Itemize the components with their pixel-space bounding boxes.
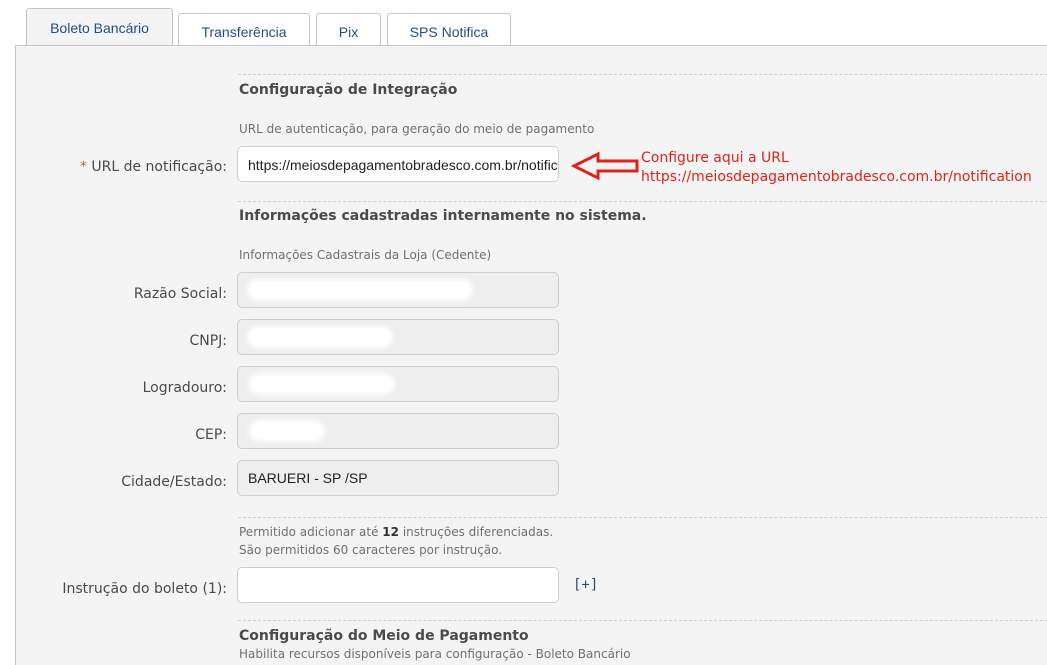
url-notification-label-text: URL de notificação: <box>91 159 227 175</box>
razao-social-field <box>237 272 559 308</box>
integration-hint: URL de autenticação, para geração do mei… <box>239 122 595 136</box>
payment-hint: Habilita recursos disponíveis para confi… <box>239 647 631 661</box>
redacted-text <box>250 282 470 298</box>
cep-label: CEP: <box>195 427 227 443</box>
cep-field <box>237 413 559 449</box>
registry-hint: Informações Cadastrais da Loja (Cedente) <box>239 248 492 262</box>
tab-sps-notifica[interactable]: SPS Notifica <box>387 13 511 46</box>
tab-bar: Boleto Bancário Transferência Pix SPS No… <box>0 0 1047 46</box>
payment-section-title: Configuração do Meio de Pagamento <box>239 628 529 644</box>
logradouro-field <box>237 366 559 402</box>
required-asterisk: * <box>79 159 87 175</box>
tab-boleto-bancario[interactable]: Boleto Bancário <box>26 8 173 46</box>
section-divider <box>238 74 1047 75</box>
arrow-annotation-icon <box>571 151 639 181</box>
annotation-line-2: https://meiosdepagamentobradesco.com.br/… <box>641 169 1032 185</box>
instructions-limit-hint: Permitido adicionar até 12 instruções di… <box>239 525 554 539</box>
razao-social-label: Razão Social: <box>133 286 227 302</box>
redacted-text <box>252 423 322 439</box>
registry-section-title: Informações cadastradas internamente no … <box>239 208 647 224</box>
tab-transferencia[interactable]: Transferência <box>178 13 310 46</box>
cnpj-label: CNPJ: <box>189 333 227 349</box>
tab-pix[interactable]: Pix <box>316 13 381 46</box>
redacted-text <box>252 376 392 392</box>
redacted-text <box>250 329 390 345</box>
cidade-estado-field: BARUERI - SP /SP <box>237 460 559 496</box>
instrucao-boleto-label: Instrução do boleto (1): <box>62 581 227 597</box>
section-divider <box>238 620 1047 621</box>
boleto-settings-panel: Configuração de Integração URL de autent… <box>15 45 1047 665</box>
section-divider <box>238 201 1047 202</box>
cidade-estado-label: Cidade/Estado: <box>121 474 227 490</box>
instrucao-boleto-input[interactable] <box>237 567 559 603</box>
url-notification-label: * URL de notificação: <box>16 159 227 175</box>
cnpj-field <box>237 319 559 355</box>
url-notification-input[interactable]: https://meiosdepagamentobradesco.com.br/… <box>237 146 559 182</box>
integration-section-title: Configuração de Integração <box>239 82 458 98</box>
add-instruction-link[interactable]: [+] <box>573 577 598 593</box>
annotation-line-1: Configure aqui a URL <box>641 150 789 166</box>
logradouro-label: Logradouro: <box>142 380 227 396</box>
section-divider <box>238 517 1047 518</box>
instructions-chars-hint: São permitidos 60 caracteres por instruç… <box>239 543 503 557</box>
